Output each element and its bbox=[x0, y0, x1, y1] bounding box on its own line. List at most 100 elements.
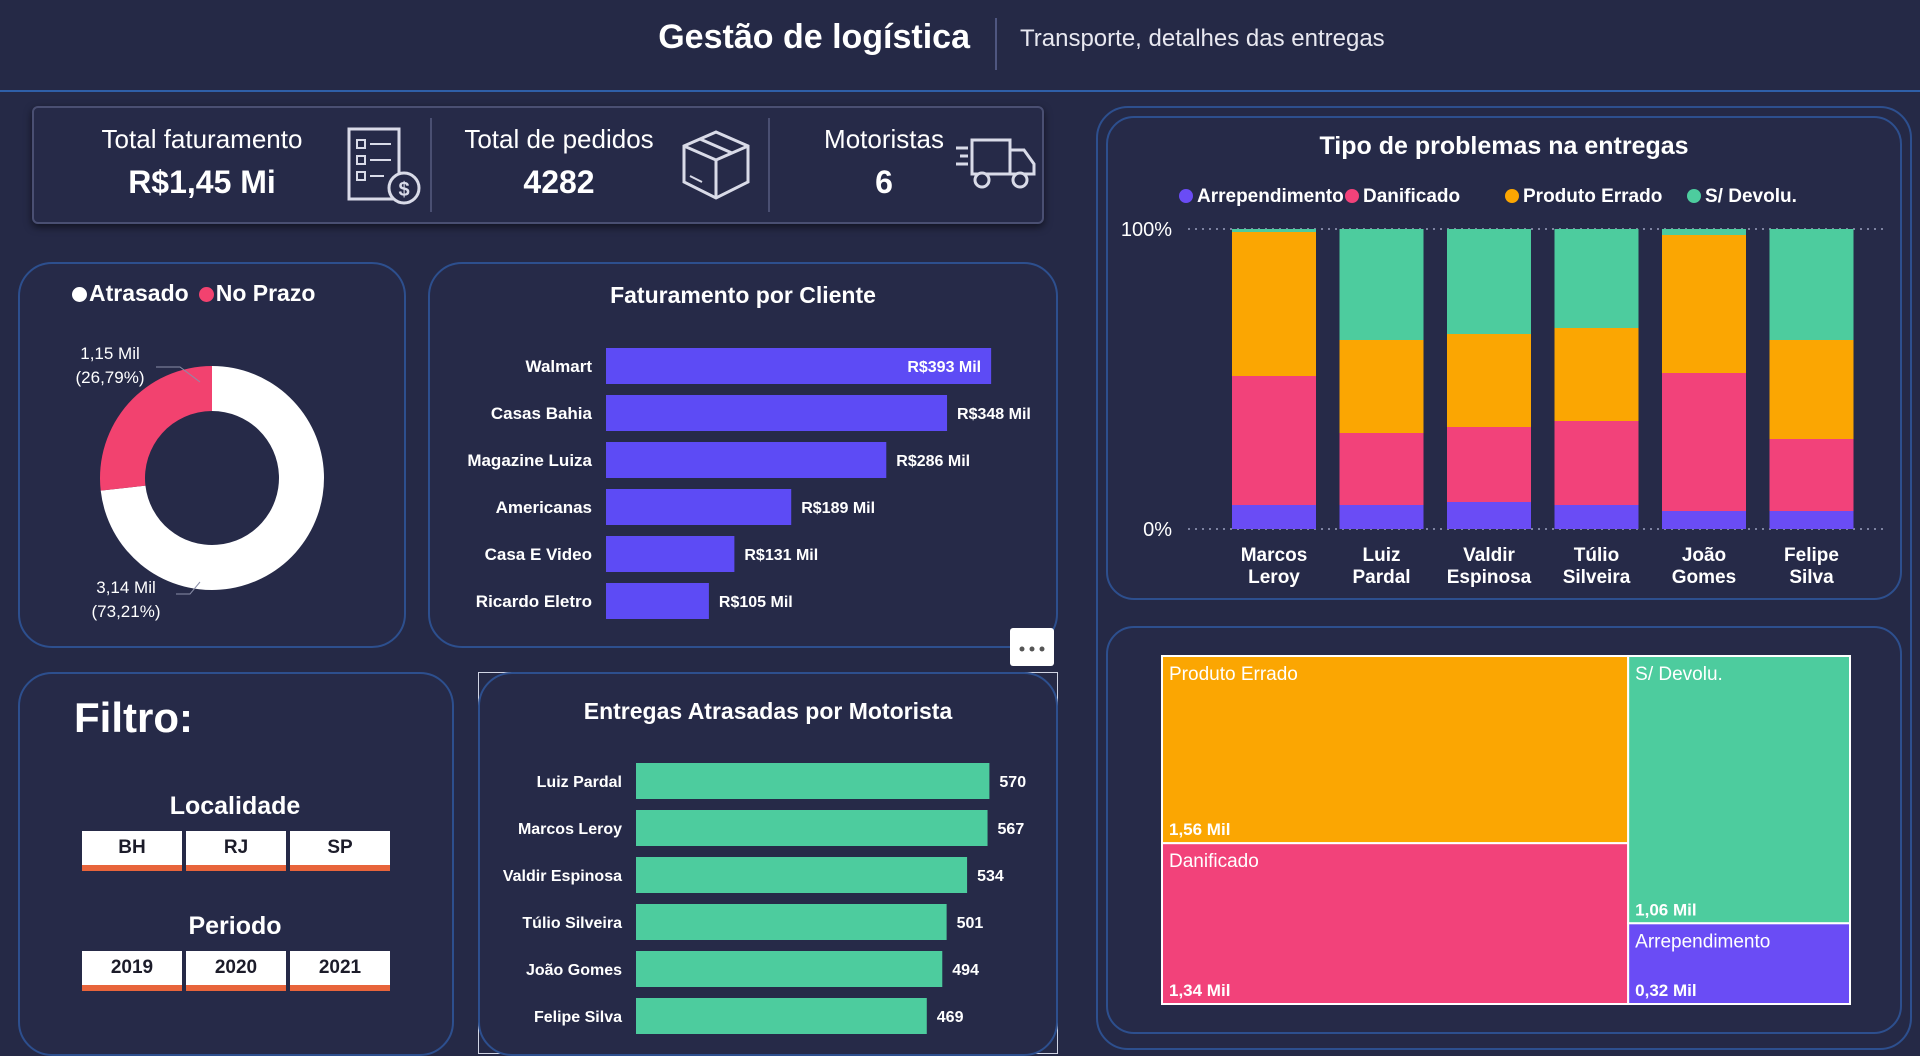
stacked-bar-segment[interactable] bbox=[1554, 421, 1639, 505]
stacked-bar-segment[interactable] bbox=[1447, 334, 1531, 427]
bar[interactable] bbox=[636, 904, 947, 940]
stacked-bar-segment[interactable] bbox=[1339, 340, 1424, 433]
late-deliveries-bar-chart: Luiz Pardal 570 Marcos Leroy 567 Valdir Espi… bbox=[503, 763, 1026, 1034]
bar-category-label: Valdir Espinosa bbox=[503, 868, 622, 885]
legend-item-label: Arrependimento bbox=[1197, 186, 1344, 207]
treemap-tile-label: Arrependimento bbox=[1635, 931, 1770, 952]
x-tick-label: Túlio bbox=[1574, 545, 1619, 566]
kpi-revenue-value: R$1,45 Mi bbox=[128, 164, 276, 200]
bar-category-label: Túlio Silveira bbox=[522, 915, 622, 932]
treemap-tile-value: 1,06 Mil bbox=[1635, 900, 1696, 919]
bar[interactable] bbox=[606, 536, 735, 572]
bar[interactable] bbox=[606, 583, 709, 619]
status-donut-panel: Atrasado No Prazo 1,15 Mil (26,79%) 3,14… bbox=[18, 262, 406, 648]
bar-category-label: Walmart bbox=[526, 357, 593, 376]
stacked-bar-segment[interactable] bbox=[1769, 439, 1854, 511]
x-tick-label: Felipe bbox=[1784, 545, 1839, 566]
slicer-option-sp[interactable]: SP bbox=[290, 831, 390, 871]
stacked-bar-segment[interactable] bbox=[1769, 511, 1854, 529]
x-tick-label: Leroy bbox=[1248, 567, 1300, 588]
stacked-bar-segment[interactable] bbox=[1232, 505, 1316, 529]
bar-category-label: Marcos Leroy bbox=[518, 821, 622, 838]
bar[interactable] bbox=[636, 951, 943, 987]
stacked-bar-segment[interactable] bbox=[1769, 229, 1854, 340]
slicer-option-2020[interactable]: 2020 bbox=[186, 951, 286, 991]
bar[interactable] bbox=[636, 763, 990, 799]
legend-dot-icon bbox=[1345, 189, 1359, 203]
stacked-bar-segment[interactable] bbox=[1447, 427, 1531, 502]
bar-value-label: 534 bbox=[977, 868, 1004, 885]
x-tick-label: Valdir bbox=[1463, 545, 1515, 566]
bar-value-label: R$105 Mil bbox=[719, 594, 793, 611]
stacked-bar-segment[interactable] bbox=[1447, 229, 1531, 334]
slicer-option-rj[interactable]: RJ bbox=[186, 831, 286, 871]
stacked-bar-segment[interactable] bbox=[1232, 376, 1316, 505]
problem-treemap-panel: Produto Errado 1,56 Mil Danificado 1,34 Mil… bbox=[1106, 626, 1902, 1034]
stacked-bar-segment[interactable] bbox=[1447, 502, 1531, 529]
bar-category-label: Americanas bbox=[496, 498, 592, 517]
stacked-bar-segment[interactable] bbox=[1662, 373, 1746, 511]
bar-category-label: Ricardo Eletro bbox=[476, 592, 592, 611]
legend-dot-icon bbox=[1687, 189, 1701, 203]
slicer-option-bh[interactable]: BH bbox=[82, 831, 182, 871]
bar[interactable] bbox=[606, 442, 887, 478]
more-options-icon[interactable] bbox=[1010, 628, 1054, 666]
bar-value-label: 570 bbox=[999, 774, 1026, 791]
periodo-slicer: 2019 2020 2021 bbox=[82, 951, 390, 991]
kpi-card: Total faturamento R$1,45 Mi $ Total de p… bbox=[32, 106, 1044, 224]
stacked-bar-segment[interactable] bbox=[1339, 433, 1424, 505]
x-tick-label: Espinosa bbox=[1447, 567, 1532, 588]
svg-text:$: $ bbox=[398, 179, 409, 201]
stacked-bar-segment[interactable] bbox=[1232, 232, 1316, 376]
x-tick-label: Silva bbox=[1789, 567, 1834, 588]
kpi-orders-label: Total de pedidos bbox=[464, 124, 654, 154]
bar[interactable] bbox=[636, 857, 968, 893]
localidade-label: Localidade bbox=[169, 792, 301, 820]
revenue-by-client-panel: Faturamento por Cliente Walmart R$393 Mil… bbox=[428, 262, 1058, 648]
bar[interactable] bbox=[606, 395, 948, 431]
bar-value-label: 501 bbox=[957, 915, 984, 932]
treemap-tile-value: 1,34 Mil bbox=[1169, 981, 1230, 1000]
package-icon bbox=[678, 126, 754, 211]
legend-item-label: S/ Devolu. bbox=[1705, 186, 1797, 207]
localidade-slicer: BH RJ SP bbox=[82, 831, 390, 871]
bar[interactable] bbox=[606, 489, 792, 525]
problem-types-stacked-chart: Arrependimento Danificado Produto Errado S/… bbox=[1121, 186, 1888, 588]
treemap-tile-label: Danificado bbox=[1169, 851, 1259, 872]
stacked-bar-segment[interactable] bbox=[1554, 229, 1639, 328]
bar-category-label: Luiz Pardal bbox=[537, 774, 622, 791]
bar-value-label: R$393 Mil bbox=[907, 359, 981, 376]
stacked-bar-segment[interactable] bbox=[1554, 505, 1639, 529]
slicer-option-2021[interactable]: 2021 bbox=[290, 951, 390, 991]
bar-value-label: R$189 Mil bbox=[801, 500, 875, 517]
bar-category-label: Casas Bahia bbox=[491, 404, 593, 423]
legend-item-label: Produto Errado bbox=[1523, 186, 1662, 207]
stacked-bar-segment[interactable] bbox=[1554, 328, 1639, 421]
invoice-icon: $ bbox=[346, 126, 424, 213]
stacked-bar-segment[interactable] bbox=[1232, 229, 1316, 232]
bar-category-label: João Gomes bbox=[526, 962, 622, 979]
donut-label-atrasado: 3,14 Mil (73,21%) bbox=[91, 578, 161, 621]
slicer-option-2019[interactable]: 2019 bbox=[82, 951, 182, 991]
bar[interactable] bbox=[636, 810, 988, 846]
bar-category-label: Felipe Silva bbox=[534, 1009, 622, 1026]
treemap-tile-label: Produto Errado bbox=[1169, 664, 1298, 685]
stacked-bar-segment[interactable] bbox=[1662, 229, 1746, 235]
late-deliveries-panel: Entregas Atrasadas por Motorista Luiz Pa… bbox=[478, 672, 1058, 1056]
problem-treemap: Produto Errado 1,56 Mil Danificado 1,34 Mil… bbox=[1161, 655, 1851, 1006]
bar-value-label: R$131 Mil bbox=[744, 547, 818, 564]
stacked-bar-segment[interactable] bbox=[1339, 229, 1424, 340]
treemap-tile-label: S/ Devolu. bbox=[1635, 664, 1723, 685]
bar[interactable] bbox=[636, 998, 927, 1034]
kpi-divider bbox=[430, 118, 432, 212]
x-tick-label: Pardal bbox=[1352, 567, 1410, 588]
x-tick-label: Silveira bbox=[1563, 567, 1631, 588]
stacked-bar-segment[interactable] bbox=[1662, 235, 1746, 373]
kpi-divider bbox=[768, 118, 770, 212]
stacked-bar-segment[interactable] bbox=[1339, 505, 1424, 529]
stacked-bar-segment[interactable] bbox=[1662, 511, 1746, 529]
treemap-tile[interactable] bbox=[1627, 655, 1851, 925]
legend-dot-icon bbox=[1505, 189, 1519, 203]
stacked-bar-segment[interactable] bbox=[1769, 340, 1854, 439]
periodo-label: Periodo bbox=[188, 912, 282, 940]
